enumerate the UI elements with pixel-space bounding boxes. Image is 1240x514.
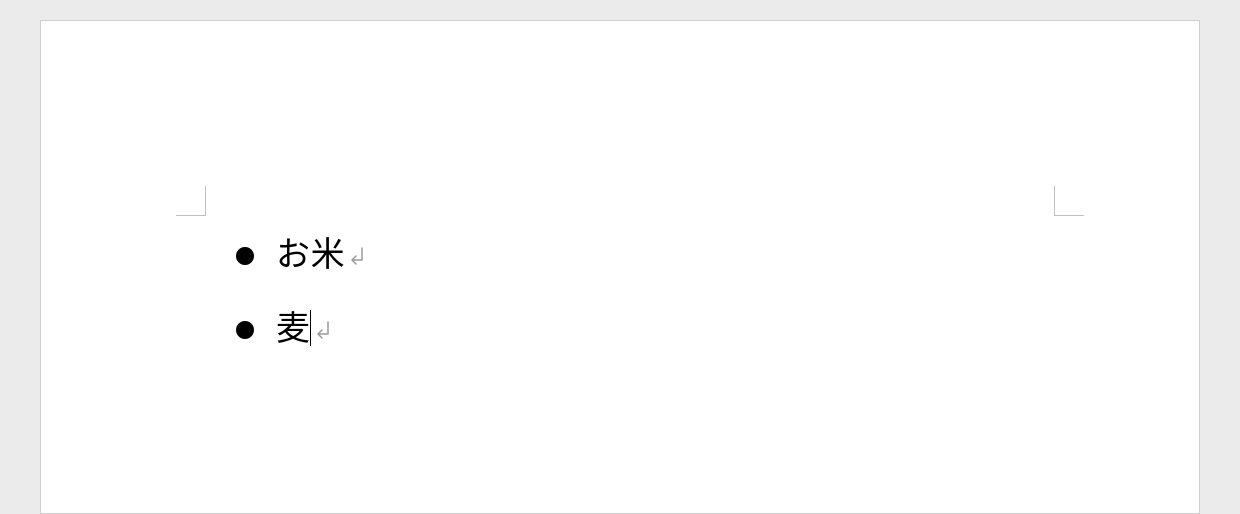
document-page[interactable]: お米 麦 (40, 20, 1200, 514)
paragraph-mark-icon (347, 245, 365, 267)
bullet-icon (236, 247, 254, 265)
list-item-text[interactable]: 麦 (276, 313, 311, 347)
margin-guide-top-left (176, 186, 206, 216)
margin-guide-top-right (1054, 186, 1084, 216)
list-item-text[interactable]: お米 (276, 239, 345, 273)
text-cursor (310, 310, 311, 346)
list-item[interactable]: お米 (236, 236, 365, 276)
paragraph-mark-icon (313, 319, 331, 341)
document-body[interactable]: お米 麦 (236, 236, 365, 384)
list-item[interactable]: 麦 (236, 310, 365, 350)
bullet-icon (236, 321, 254, 339)
